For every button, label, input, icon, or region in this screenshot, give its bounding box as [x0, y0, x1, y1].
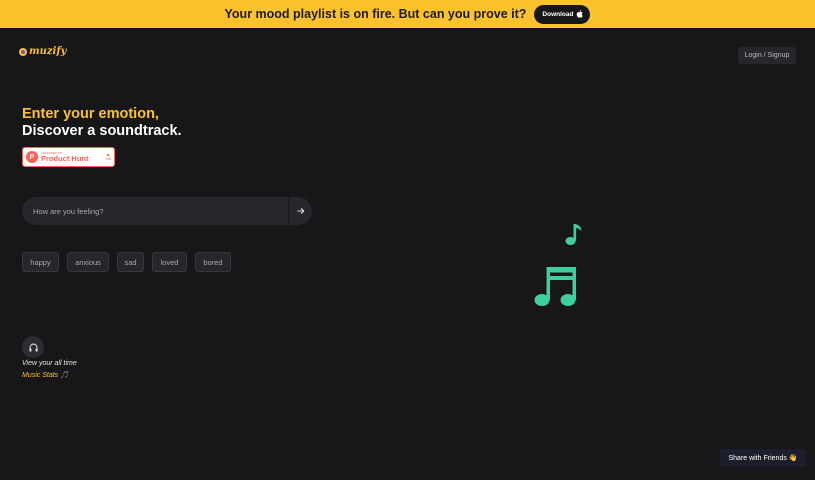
- product-hunt-logo-icon: P: [26, 151, 38, 163]
- mood-search: [22, 197, 312, 225]
- music-note-icon: [565, 224, 582, 245]
- mood-chip-anxious[interactable]: anxious: [67, 252, 109, 272]
- hero-heading: Enter your emotion, Discover a soundtrac…: [22, 106, 182, 140]
- mood-chip-loved[interactable]: loved: [152, 252, 187, 272]
- product-hunt-votes: ▲ 198: [105, 152, 111, 162]
- hero-line-1: Enter your emotion,: [22, 106, 159, 122]
- banner-text: Your mood playlist is on fire. But can y…: [224, 7, 527, 21]
- search-submit-button[interactable]: [289, 197, 312, 225]
- logo-mark-icon: [19, 47, 27, 56]
- logo[interactable]: muzify: [19, 46, 66, 57]
- logo-text: muzify: [29, 46, 67, 57]
- product-hunt-name: Product Hunt: [41, 153, 89, 163]
- stats-caption: View your all time: [22, 360, 77, 367]
- hero-line-2: Discover a soundtrack.: [22, 123, 182, 139]
- product-hunt-badge[interactable]: P FEATURED ON Product Hunt ▲ 198: [22, 147, 115, 167]
- share-with-friends-button[interactable]: Share with Friends 👋: [720, 449, 806, 467]
- login-signup-button[interactable]: Login / Signup: [738, 47, 796, 64]
- mood-chip-happy[interactable]: happy: [22, 252, 59, 272]
- mood-chip-bored[interactable]: bored: [195, 252, 231, 272]
- apple-icon: [577, 10, 584, 18]
- stats-button[interactable]: [22, 336, 44, 358]
- promo-banner: Your mood playlist is on fire. But can y…: [0, 0, 815, 28]
- beamed-notes-icon: [534, 267, 576, 306]
- mood-search-input[interactable]: [22, 197, 288, 225]
- headphones-icon: [28, 343, 38, 352]
- music-stats-link[interactable]: Music Stats 🎵: [22, 371, 69, 379]
- download-button[interactable]: Download: [534, 4, 591, 24]
- arrow-right-icon: [296, 208, 304, 214]
- download-button-label: Download: [542, 10, 574, 18]
- vote-count: 198: [105, 156, 111, 161]
- mood-chip-sad[interactable]: sad: [117, 252, 144, 272]
